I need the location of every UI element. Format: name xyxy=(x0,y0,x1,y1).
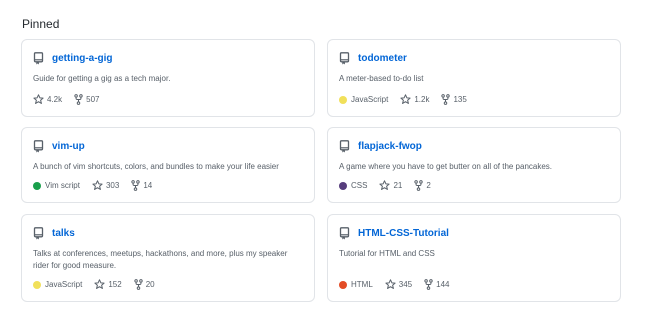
language-label: HTML xyxy=(351,280,373,289)
repo-description: Talks at conferences, meetups, hackathon… xyxy=(33,249,288,270)
repo-icon xyxy=(33,52,46,65)
stars-count: 1.2k xyxy=(414,95,430,104)
fork-icon xyxy=(441,94,451,105)
pinned-repo-card: HTML-CSS-Tutorial Tutorial for HTML and … xyxy=(327,214,621,302)
stars-link[interactable]: 1.2k xyxy=(400,94,429,105)
fork-icon xyxy=(134,279,143,290)
repo-language: HTML xyxy=(339,280,373,289)
repo-meta: Vim script 303 14 xyxy=(33,180,164,191)
repo-language: Vim script xyxy=(33,181,80,190)
forks-link[interactable]: 507 xyxy=(74,94,99,105)
fork-icon xyxy=(131,180,141,191)
repo-icon xyxy=(339,140,352,153)
stars-link[interactable]: 303 xyxy=(92,180,119,191)
repo-header: flapjack-fwop xyxy=(339,140,422,153)
pinned-repo-card: flapjack-fwop A game where you have to g… xyxy=(327,127,621,203)
star-icon xyxy=(94,279,105,290)
repo-icon xyxy=(339,52,352,65)
forks-link[interactable]: 2 xyxy=(414,180,431,191)
star-icon xyxy=(379,180,391,191)
repo-name-link[interactable]: todometer xyxy=(358,53,407,64)
forks-count: 20 xyxy=(145,280,155,289)
repo-meta: 4.2k 507 xyxy=(33,94,111,105)
language-color-dot xyxy=(339,95,347,104)
forks-count: 14 xyxy=(143,181,153,190)
forks-count: 135 xyxy=(453,95,467,104)
repo-description: A bunch of vim shortcuts, colors, and bu… xyxy=(33,162,279,171)
stars-link[interactable]: 152 xyxy=(94,279,122,290)
star-icon xyxy=(385,279,396,290)
language-color-dot xyxy=(339,280,347,289)
forks-count: 2 xyxy=(426,181,431,190)
repo-language: JavaScript xyxy=(33,280,82,289)
repo-name-link[interactable]: flapjack-fwop xyxy=(358,141,422,152)
pinned-repo-card: getting-a-gig Guide for getting a gig as… xyxy=(21,39,315,117)
pinned-repo-card: talks Talks at conferences, meetups, hac… xyxy=(21,214,315,302)
repo-description: A game where you have to get butter on a… xyxy=(339,162,553,171)
repo-meta: HTML 345 144 xyxy=(339,279,462,290)
repo-name-link[interactable]: talks xyxy=(52,228,75,239)
repo-header: getting-a-gig xyxy=(33,52,113,65)
repo-header: HTML-CSS-Tutorial xyxy=(339,227,449,240)
language-label: JavaScript xyxy=(351,95,389,104)
stars-link[interactable]: 21 xyxy=(379,180,402,191)
language-label: Vim script xyxy=(45,181,80,190)
language-label: JavaScript xyxy=(45,280,83,289)
repo-meta: JavaScript 152 20 xyxy=(33,279,167,290)
repo-header: vim-up xyxy=(33,140,85,153)
repo-header: todometer xyxy=(339,52,407,65)
forks-count: 144 xyxy=(436,280,450,289)
stars-count: 4.2k xyxy=(47,95,63,104)
repo-header: talks xyxy=(33,227,75,240)
language-label: CSS xyxy=(351,181,368,190)
repo-language: CSS xyxy=(339,181,367,190)
pinned-heading: Pinned xyxy=(22,17,60,31)
repo-name-link[interactable]: HTML-CSS-Tutorial xyxy=(358,228,449,239)
star-icon xyxy=(92,180,103,191)
language-color-dot xyxy=(33,280,41,289)
repo-icon xyxy=(33,140,46,153)
stars-count: 345 xyxy=(398,280,413,289)
forks-link[interactable]: 20 xyxy=(134,279,155,290)
star-icon xyxy=(33,94,44,105)
repo-name-link[interactable]: vim-up xyxy=(52,141,85,152)
repo-meta: CSS 21 2 xyxy=(339,180,443,191)
fork-icon xyxy=(424,279,433,290)
repo-description: Tutorial for HTML and CSS xyxy=(339,249,435,258)
stars-count: 21 xyxy=(393,181,403,190)
stars-link[interactable]: 4.2k xyxy=(33,94,62,105)
language-color-dot xyxy=(33,181,41,190)
star-icon xyxy=(400,94,411,105)
repo-icon xyxy=(33,227,46,240)
forks-count: 507 xyxy=(86,95,100,104)
language-color-dot xyxy=(339,181,347,190)
stars-count: 152 xyxy=(108,280,122,289)
repo-name-link[interactable]: getting-a-gig xyxy=(52,53,113,64)
repo-meta: JavaScript 1.2k 135 xyxy=(339,94,479,105)
stars-link[interactable]: 345 xyxy=(385,279,412,290)
fork-icon xyxy=(414,180,424,191)
forks-link[interactable]: 144 xyxy=(424,279,450,290)
repo-description: A meter-based to-do list xyxy=(339,74,424,83)
pinned-repo-card: vim-up A bunch of vim shortcuts, colors,… xyxy=(21,127,315,203)
forks-link[interactable]: 14 xyxy=(131,180,152,191)
repo-description: Guide for getting a gig as a tech major. xyxy=(33,74,171,83)
stars-count: 303 xyxy=(105,181,120,190)
fork-icon xyxy=(74,94,83,105)
pinned-repo-card: todometer A meter-based to-do list JavaS… xyxy=(327,39,621,117)
repo-icon xyxy=(339,227,352,240)
forks-link[interactable]: 135 xyxy=(441,94,467,105)
repo-language: JavaScript xyxy=(339,95,388,104)
